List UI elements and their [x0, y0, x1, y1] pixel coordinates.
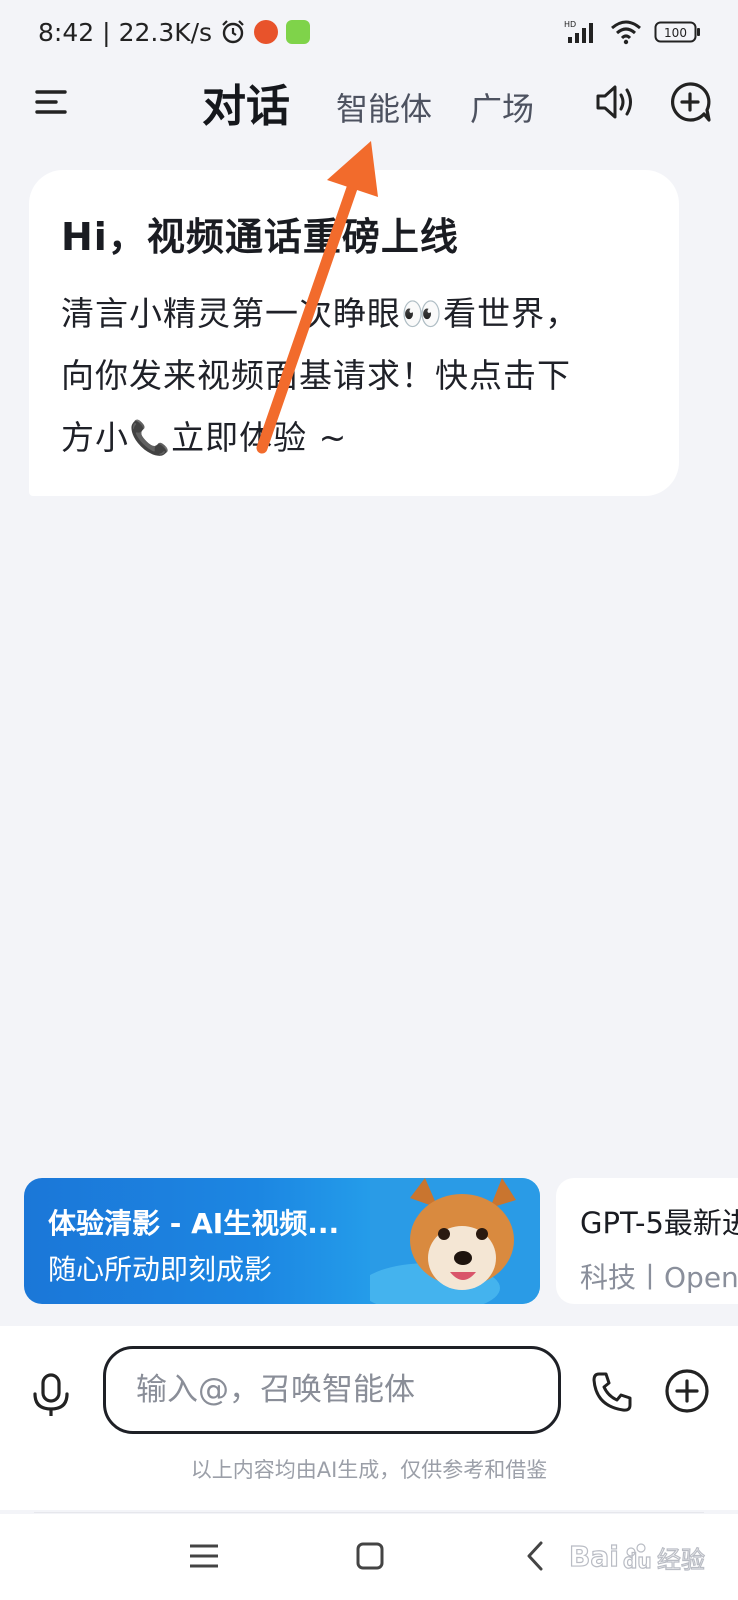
battery-icon: 100	[654, 21, 700, 43]
welcome-message-card: Hi，视频通话重磅上线 清言小精灵第一次睁眼👀看世界， 向你发来视频面基请求！快…	[29, 170, 679, 496]
top-header: 对话 智能体 广场	[0, 64, 738, 140]
app-badge-icon	[254, 20, 279, 44]
home-icon	[356, 1542, 384, 1570]
tab-chat[interactable]: 对话	[202, 70, 290, 134]
promo-subtitle: 随心所动即刻成影	[48, 1253, 273, 1286]
watermark-brand: Bai	[569, 1540, 619, 1573]
message-input[interactable]	[136, 1372, 558, 1408]
watermark-tagline: 经验	[657, 1546, 705, 1574]
welcome-title: Hi，视频通话重磅上线	[61, 215, 459, 259]
message-input-box[interactable]	[103, 1346, 561, 1434]
promo-card-gpt5[interactable]: GPT-5最新进 科技丨Open	[556, 1178, 738, 1304]
divider	[34, 1512, 704, 1513]
speaker-button[interactable]	[594, 82, 638, 122]
more-options-button[interactable]	[664, 1368, 710, 1414]
watermark-brand2: du	[623, 1549, 652, 1573]
new-chat-button[interactable]	[668, 80, 712, 124]
new-chat-icon	[671, 82, 711, 122]
ai-disclaimer: 以上内容均由AI生成，仅供参考和借鉴	[190, 1458, 548, 1482]
welcome-line: 清言小精灵第一次睁眼👀看世界，	[61, 294, 580, 333]
tab-plaza[interactable]: 广场	[470, 84, 534, 130]
promo-carousel[interactable]: 体验清影 - AI生视频... 随心所动即刻成影 GPT-5最新进 科技丨Ope…	[0, 1178, 738, 1304]
microphone-icon	[33, 1373, 69, 1416]
status-left: 8:42 | 22.3K/s	[38, 17, 311, 47]
menu-button[interactable]	[34, 86, 68, 118]
tab-agents[interactable]: 智能体	[336, 84, 432, 130]
phone-icon	[592, 1372, 632, 1412]
voice-input-button[interactable]	[30, 1372, 72, 1418]
promo-card-video[interactable]: 体验清影 - AI生视频... 随心所动即刻成影	[24, 1178, 540, 1304]
plus-circle-icon	[665, 1369, 709, 1413]
welcome-line: 向你发来视频面基请求！快点击下	[61, 356, 571, 395]
wifi-icon	[611, 20, 641, 45]
app-badge-icon	[286, 20, 311, 44]
welcome-body: 清言小精灵第一次睁眼👀看世界， 向你发来视频面基请求！快点击下 方小📞立即体验 …	[61, 283, 649, 469]
nav-home-button[interactable]	[350, 1536, 390, 1576]
nav-back-button[interactable]	[516, 1536, 556, 1576]
status-separator: |	[102, 17, 111, 47]
status-bar: 8:42 | 22.3K/s HD 100	[0, 0, 738, 64]
network-badge: HD	[564, 20, 576, 29]
promo-title: GPT-5最新进	[580, 1206, 738, 1240]
system-nav-bar: Bai du 经验	[0, 1514, 738, 1600]
status-time: 8:42	[38, 17, 95, 47]
back-icon	[527, 1541, 543, 1571]
nav-recents-button[interactable]	[184, 1536, 224, 1576]
promo-title: 体验清影 - AI生视频...	[48, 1207, 340, 1240]
battery-level: 100	[664, 26, 687, 40]
speaker-icon	[596, 85, 632, 119]
video-call-button[interactable]	[590, 1370, 634, 1414]
menu-icon	[190, 1544, 218, 1568]
alarm-icon	[222, 20, 244, 44]
input-area: 以上内容均由AI生成，仅供参考和借鉴	[0, 1326, 738, 1510]
welcome-line: 方小📞立即体验 ~	[61, 418, 348, 457]
signal-icon: HD	[564, 20, 593, 43]
dog-image	[370, 1178, 540, 1304]
status-right: HD 100	[564, 19, 702, 45]
status-net-speed: 22.3K/s	[118, 17, 213, 47]
menu-icon	[35, 90, 67, 114]
baidu-watermark: Bai du 经验	[568, 1539, 705, 1574]
promo-subtitle: 科技丨Open	[580, 1261, 738, 1294]
